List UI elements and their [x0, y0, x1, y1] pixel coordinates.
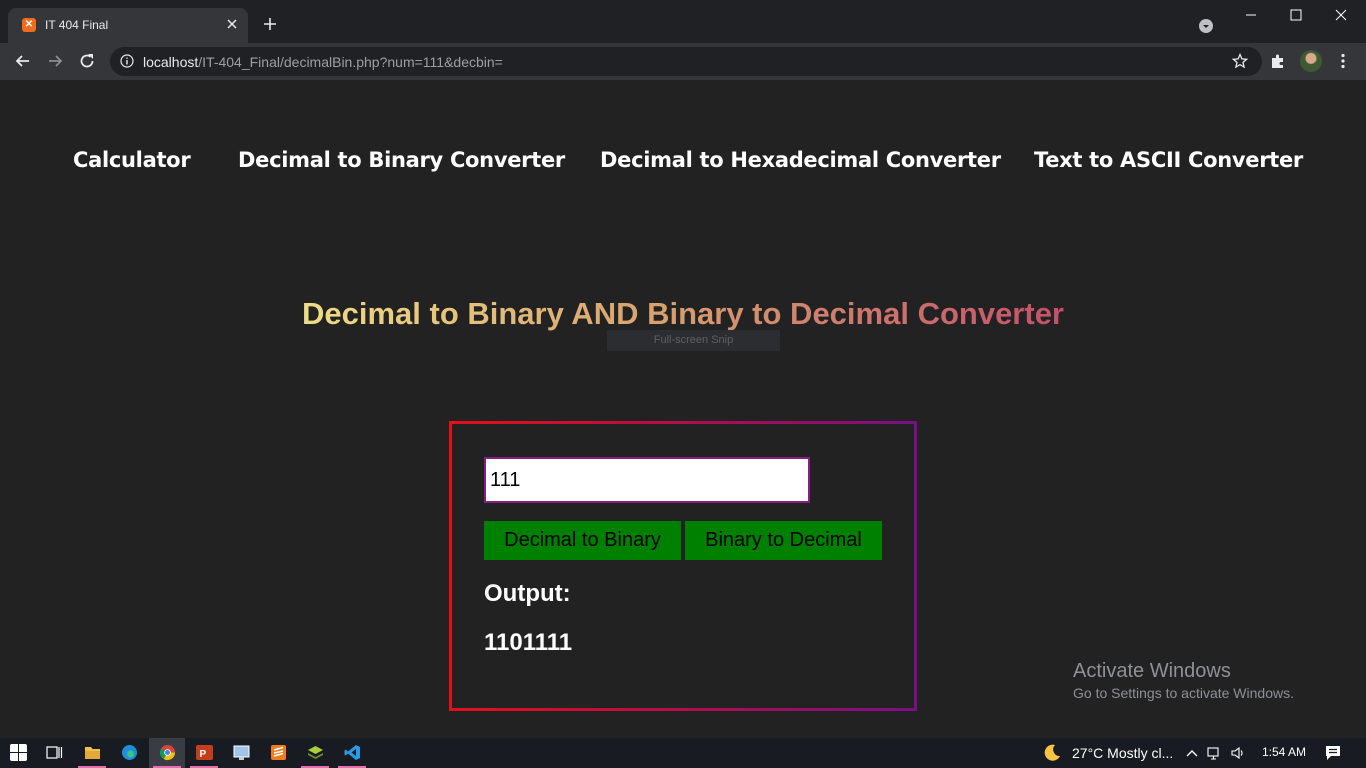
nav-calculator[interactable]: Calculator	[73, 148, 191, 172]
vscode-button[interactable]	[334, 738, 370, 768]
nav-decimal-to-binary[interactable]: Decimal to Binary Converter	[238, 148, 565, 172]
extensions-puzzle-icon[interactable]	[1270, 53, 1286, 69]
vscode-icon	[344, 745, 360, 760]
browser-toolbar: localhost/IT-404_Final/decimalBin.php?nu…	[0, 43, 1366, 80]
snip-tooltip: Full-screen Snip	[607, 330, 780, 351]
control-panel-icon	[233, 745, 250, 760]
close-tab-icon[interactable]	[224, 16, 240, 32]
activate-windows-watermark: Activate Windows Go to Settings to activ…	[1073, 660, 1294, 701]
control-panel-button[interactable]	[223, 738, 259, 768]
weather-text[interactable]: 27°C Mostly cl...	[1072, 745, 1173, 761]
tab-search-icon[interactable]	[1198, 18, 1214, 34]
site-nav: Calculator Decimal to Binary Converter D…	[0, 148, 1366, 176]
output-label: Output:	[484, 580, 571, 607]
page-heading-text: Decimal to Binary AND Binary to Decimal …	[301, 296, 1064, 331]
start-button[interactable]	[0, 738, 36, 768]
edge-button[interactable]	[111, 738, 147, 768]
site-info-icon[interactable]	[120, 54, 134, 68]
new-tab-icon[interactable]	[262, 16, 278, 32]
windows-logo-icon	[10, 744, 27, 761]
address-bar[interactable]: localhost/IT-404_Final/decimalBin.php?nu…	[110, 47, 1262, 76]
powerpoint-icon: P	[196, 745, 213, 760]
chrome-button[interactable]	[149, 738, 185, 768]
url-host: localhost	[143, 54, 199, 70]
taskbar: P 27°C Mostly cl... 1:54 AM	[0, 738, 1366, 768]
activate-windows-title: Activate Windows	[1073, 660, 1231, 682]
xampp-favicon-icon: ✕	[22, 18, 36, 32]
maximize-window-icon[interactable]	[1273, 4, 1319, 28]
task-view-icon	[46, 746, 63, 759]
task-view-button[interactable]	[36, 738, 72, 768]
layers-app-button[interactable]	[297, 738, 333, 768]
url-path: /IT-404_Final/decimalBin.php?num=111&dec…	[198, 54, 503, 70]
close-window-icon[interactable]	[1318, 4, 1364, 28]
binary-to-decimal-button[interactable]: Binary to Decimal	[685, 521, 882, 560]
svg-text:P: P	[200, 749, 207, 760]
decimal-to-binary-button[interactable]: Decimal to Binary	[484, 521, 681, 560]
file-explorer-button[interactable]	[74, 738, 110, 768]
moon-weather-icon[interactable]	[1042, 743, 1062, 763]
bookmark-star-icon[interactable]	[1232, 53, 1248, 69]
url-text: localhost/IT-404_Final/decimalBin.php?nu…	[143, 54, 503, 70]
output-value: 1101111	[484, 629, 573, 656]
page-heading: Decimal to Binary AND Binary to Decimal …	[0, 296, 1366, 332]
show-hidden-icons-icon[interactable]	[1184, 745, 1200, 761]
profile-avatar[interactable]	[1300, 50, 1322, 72]
layers-icon	[308, 746, 323, 759]
folder-icon	[85, 747, 100, 759]
reload-icon[interactable]	[77, 51, 97, 71]
nav-text-to-ascii[interactable]: Text to ASCII Converter	[1034, 148, 1303, 172]
taskbar-clock[interactable]: 1:54 AM	[1262, 745, 1306, 759]
sublime-text-icon	[271, 745, 286, 760]
back-icon[interactable]	[13, 51, 33, 71]
sublime-text-button[interactable]	[260, 738, 296, 768]
forward-icon[interactable]	[45, 51, 65, 71]
action-center-icon[interactable]	[1324, 744, 1342, 762]
edge-icon	[122, 745, 137, 760]
tab-title: IT 404 Final	[45, 18, 109, 32]
volume-icon[interactable]	[1230, 745, 1246, 761]
number-input[interactable]	[484, 457, 810, 503]
converter-panel-body: Decimal to Binary Binary to Decimal Outp…	[452, 424, 914, 708]
activate-windows-subtitle: Go to Settings to activate Windows.	[1073, 685, 1294, 701]
browser-tab-strip: ✕ IT 404 Final	[0, 0, 1366, 43]
network-icon[interactable]	[1207, 745, 1223, 761]
browser-tab[interactable]: ✕ IT 404 Final	[8, 8, 248, 43]
nav-decimal-to-hexadecimal[interactable]: Decimal to Hexadecimal Converter	[600, 148, 1001, 172]
powerpoint-button[interactable]: P	[186, 738, 222, 768]
more-options-icon[interactable]	[1334, 52, 1352, 70]
converter-panel: Decimal to Binary Binary to Decimal Outp…	[449, 421, 917, 711]
minimize-window-icon[interactable]	[1228, 4, 1274, 28]
chrome-icon	[159, 745, 176, 761]
